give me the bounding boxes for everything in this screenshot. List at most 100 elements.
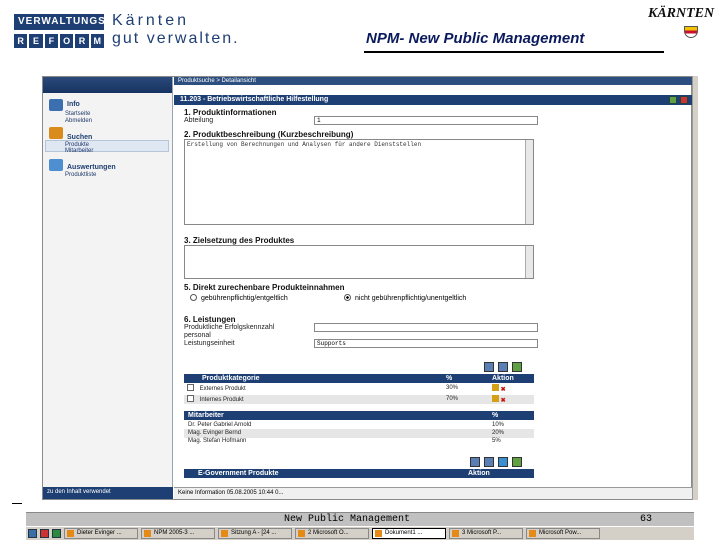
delete-icon[interactable]: ✖: [501, 387, 506, 393]
search-icon: [49, 127, 63, 139]
taskbar-item[interactable]: NPM 2005-3 ...: [141, 528, 215, 539]
refresh-icon[interactable]: [498, 457, 508, 467]
taskbar-item[interactable]: Dieter Evinger ...: [64, 528, 138, 539]
kategorie-name: Externes Produkt: [199, 386, 246, 392]
sidebar-section-auswertungen[interactable]: Auswertungen: [67, 164, 116, 171]
taskbar-item-active[interactable]: Dokument1 ...: [372, 528, 446, 539]
col-aktion: Aktion: [492, 375, 514, 382]
kategorie-percent: 30%: [446, 385, 459, 391]
table-row: Externes Produkt 30% ✖: [184, 384, 534, 393]
radio-nicht-gebuehrenpflichtig[interactable]: nicht gebührenpflichtig/unentgeltlich: [344, 294, 466, 302]
radio-label: gebührenpflichtig/entgeltlich: [201, 295, 288, 302]
zielsetzung-textarea[interactable]: [184, 245, 534, 279]
window-scrollbar[interactable]: [692, 76, 698, 500]
taskbar-item[interactable]: Sitzung A - [24 ...: [218, 528, 292, 539]
kategorie-toolbar: [484, 362, 522, 372]
sidebar-selection-highlight: [45, 140, 169, 152]
footer-dash: [12, 503, 22, 504]
sidebar-item-abmelden[interactable]: Abmelden: [65, 118, 92, 124]
logo-line2: R E F O R M: [14, 34, 104, 48]
list-icon[interactable]: [484, 457, 494, 467]
add-icon[interactable]: [512, 362, 522, 372]
edit-icon[interactable]: [492, 384, 499, 391]
mitarbeiter-table-header: Mitarbeiter %: [184, 411, 534, 420]
logo-letter: R: [75, 34, 89, 48]
section-leistungen: 6. Leistungen: [184, 315, 236, 324]
produktbeschreibung-text: Erstellung von Berechnungen und Analysen…: [187, 141, 422, 148]
grid-icon[interactable]: [470, 457, 480, 467]
close-icon[interactable]: [680, 96, 688, 104]
add-icon[interactable]: [512, 457, 522, 467]
logo-letter: E: [29, 34, 43, 48]
radio-gebuehrenpflichtig[interactable]: gebührenpflichtig/entgeltlich: [190, 294, 288, 302]
col-produktkategorie: Produktkategorie: [202, 375, 260, 382]
egov-toolbar: [470, 457, 522, 467]
table-row: Internes Produkt 70% ✖: [184, 395, 534, 404]
taskbar-item[interactable]: 2 Microsoft O...: [295, 528, 369, 539]
form-title: 11.203 - Betriebswirtschaftliche Hilfest…: [180, 96, 329, 103]
delete-icon[interactable]: ✖: [501, 398, 506, 404]
status-bar: Keine Information 05.08.2005 10:44 0...: [174, 487, 692, 499]
taskbar-item[interactable]: 3 Microsoft P...: [449, 528, 523, 539]
kategorie-table-header: Produktkategorie % Aktion: [184, 374, 534, 383]
sidebar-item-startseite[interactable]: Startseite: [65, 111, 90, 117]
leistungseinheit-field[interactable]: Supports: [314, 339, 538, 348]
erfolgskennzahl-label: Produktliche Erfolgskennzahl: [184, 324, 275, 331]
sidebar-section-info[interactable]: Info: [67, 101, 80, 108]
taskbar: Dieter Evinger ... NPM 2005-3 ... Sitzun…: [26, 526, 694, 540]
verwaltungsreform-logo: VERWALTUNGS R E F O R M: [14, 14, 105, 48]
row-actions: ✖: [492, 395, 506, 406]
leistungseinheit-label: Leistungseinheit: [184, 340, 235, 347]
quicklaunch-icon[interactable]: [40, 529, 49, 538]
form-titlebar: 11.203 - Betriebswirtschaftliche Hilfest…: [174, 95, 692, 105]
app-window: Info Startseite Abmelden Suchen Produkte…: [42, 76, 692, 500]
textarea-scrollbar[interactable]: [525, 246, 533, 278]
row-checkbox[interactable]: [187, 395, 194, 402]
page-number: 63: [640, 514, 653, 525]
save-icon[interactable]: [669, 96, 677, 104]
grid-icon[interactable]: [484, 362, 494, 372]
row-checkbox[interactable]: [187, 384, 194, 391]
sidebar: Info Startseite Abmelden Suchen Produkte…: [43, 77, 173, 499]
taskbar-item[interactable]: Microsoft Pow...: [526, 528, 600, 539]
logo-letter: O: [59, 34, 74, 48]
sidebar-header: [43, 77, 172, 93]
table-row: Mag. Stefan Hofmann 5%: [184, 437, 534, 446]
logo-kaernten-text: Kärnten: [112, 12, 190, 29]
logo-letter: R: [14, 34, 28, 48]
sidebar-item-produktliste[interactable]: Produktliste: [65, 172, 96, 178]
header-divider: [364, 51, 664, 53]
kategorie-percent: 70%: [446, 396, 459, 402]
radio-button-selected[interactable]: [344, 294, 351, 301]
col-percent: %: [446, 375, 453, 382]
col-egov-produkte: E-Government Produkte: [198, 470, 279, 477]
mitarbeiter-name: Mag. Stefan Hofmann: [188, 438, 247, 444]
quicklaunch-icon[interactable]: [52, 529, 61, 538]
sidebar-item-mitarbeiter[interactable]: Mitarbeiter: [65, 148, 93, 154]
quicklaunch-icon[interactable]: [28, 529, 37, 538]
coat-of-arms-icon: [684, 26, 698, 38]
radio-button[interactable]: [190, 294, 197, 301]
abteilung-label: Abteilung: [184, 117, 214, 124]
breadcrumb: Produktsuche > Detailansicht: [174, 77, 692, 85]
produktbeschreibung-textarea[interactable]: Erstellung von Berechnungen und Analysen…: [184, 139, 534, 225]
logo-letter: M: [90, 34, 104, 48]
logo-slogan: gut verwalten.: [112, 30, 240, 47]
col-aktion: Aktion: [468, 470, 490, 477]
erfolgskennzahl-field[interactable]: [314, 323, 538, 332]
radio-label: nicht gebührenpflichtig/unentgeltlich: [355, 295, 467, 302]
egov-table-header: E-Government Produkte Aktion: [184, 469, 534, 478]
footer-title: New Public Management: [284, 514, 411, 525]
section-produktbeschreibung: 2. Produktbeschreibung (Kurzbeschreibung…: [184, 130, 354, 139]
section-produkteinnahmen: 5. Direkt zurechenbare Produkteinnahmen: [184, 283, 345, 292]
col-percent: %: [492, 412, 499, 419]
info-icon: [49, 99, 63, 111]
list-icon[interactable]: [498, 362, 508, 372]
logo-line1: VERWALTUNGS: [14, 14, 105, 30]
textarea-scrollbar[interactable]: [525, 140, 533, 224]
abteilung-field[interactable]: 1: [314, 116, 538, 125]
edit-icon[interactable]: [492, 395, 499, 402]
reports-icon: [49, 159, 63, 171]
sidebar-footer[interactable]: zu den Inhalt verwendet: [43, 487, 173, 499]
main-content: Produktsuche > Detailansicht 11.203 - Be…: [174, 77, 692, 499]
